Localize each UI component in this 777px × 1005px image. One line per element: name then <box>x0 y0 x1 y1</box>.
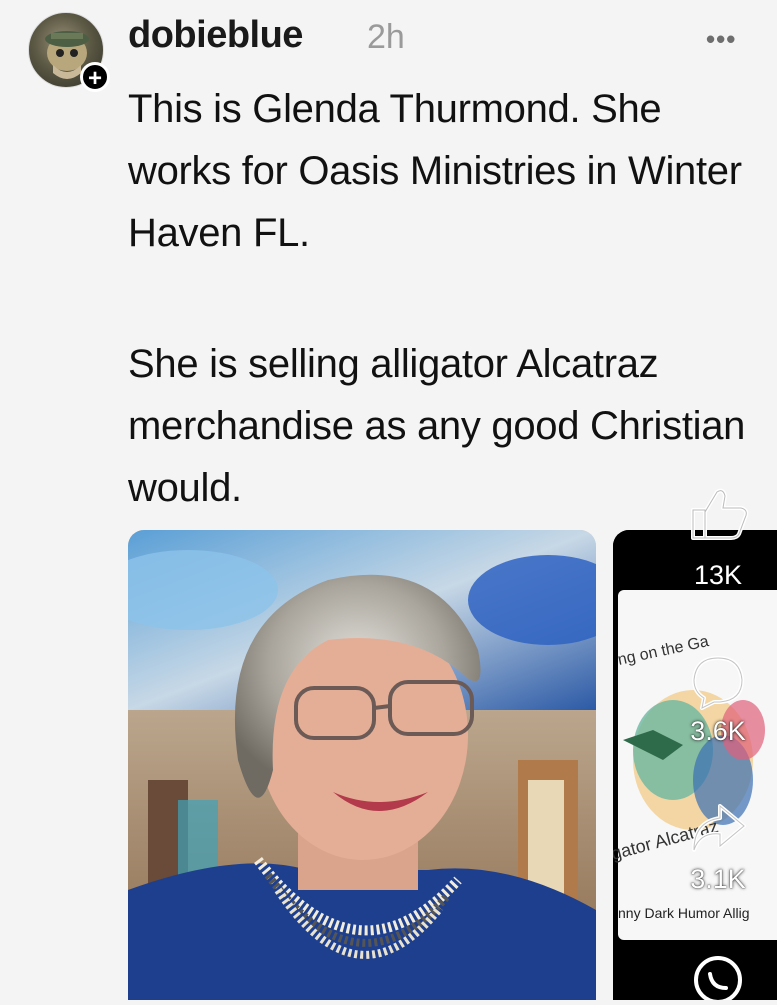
more-icon[interactable]: ••• <box>706 24 736 55</box>
like-count: 13K <box>693 560 743 590</box>
avatar-container[interactable]: + <box>28 12 110 92</box>
post-text-paragraph: This is Glenda Thurmond. She works for O… <box>128 87 742 255</box>
post-media-thumbnail[interactable]: ng on the Ga gator Alcatraz <box>613 530 777 1000</box>
username[interactable]: dobieblue <box>128 14 303 57</box>
post-photo[interactable] <box>128 530 596 1000</box>
post-text-paragraph: She is selling alligator Alcatraz mercha… <box>128 342 746 510</box>
thumbnail-caption: nny Dark Humor Allig <box>618 905 750 921</box>
comment-count: 3.6K <box>690 716 746 746</box>
share-icon[interactable] <box>688 800 748 856</box>
follow-button[interactable]: + <box>80 62 110 92</box>
thumbs-up-icon[interactable] <box>683 484 753 544</box>
comment-icon[interactable] <box>688 652 748 710</box>
whatsapp-icon[interactable] <box>690 952 746 1004</box>
share-count: 3.1K <box>690 864 746 894</box>
post-timestamp: 2h <box>367 18 405 56</box>
